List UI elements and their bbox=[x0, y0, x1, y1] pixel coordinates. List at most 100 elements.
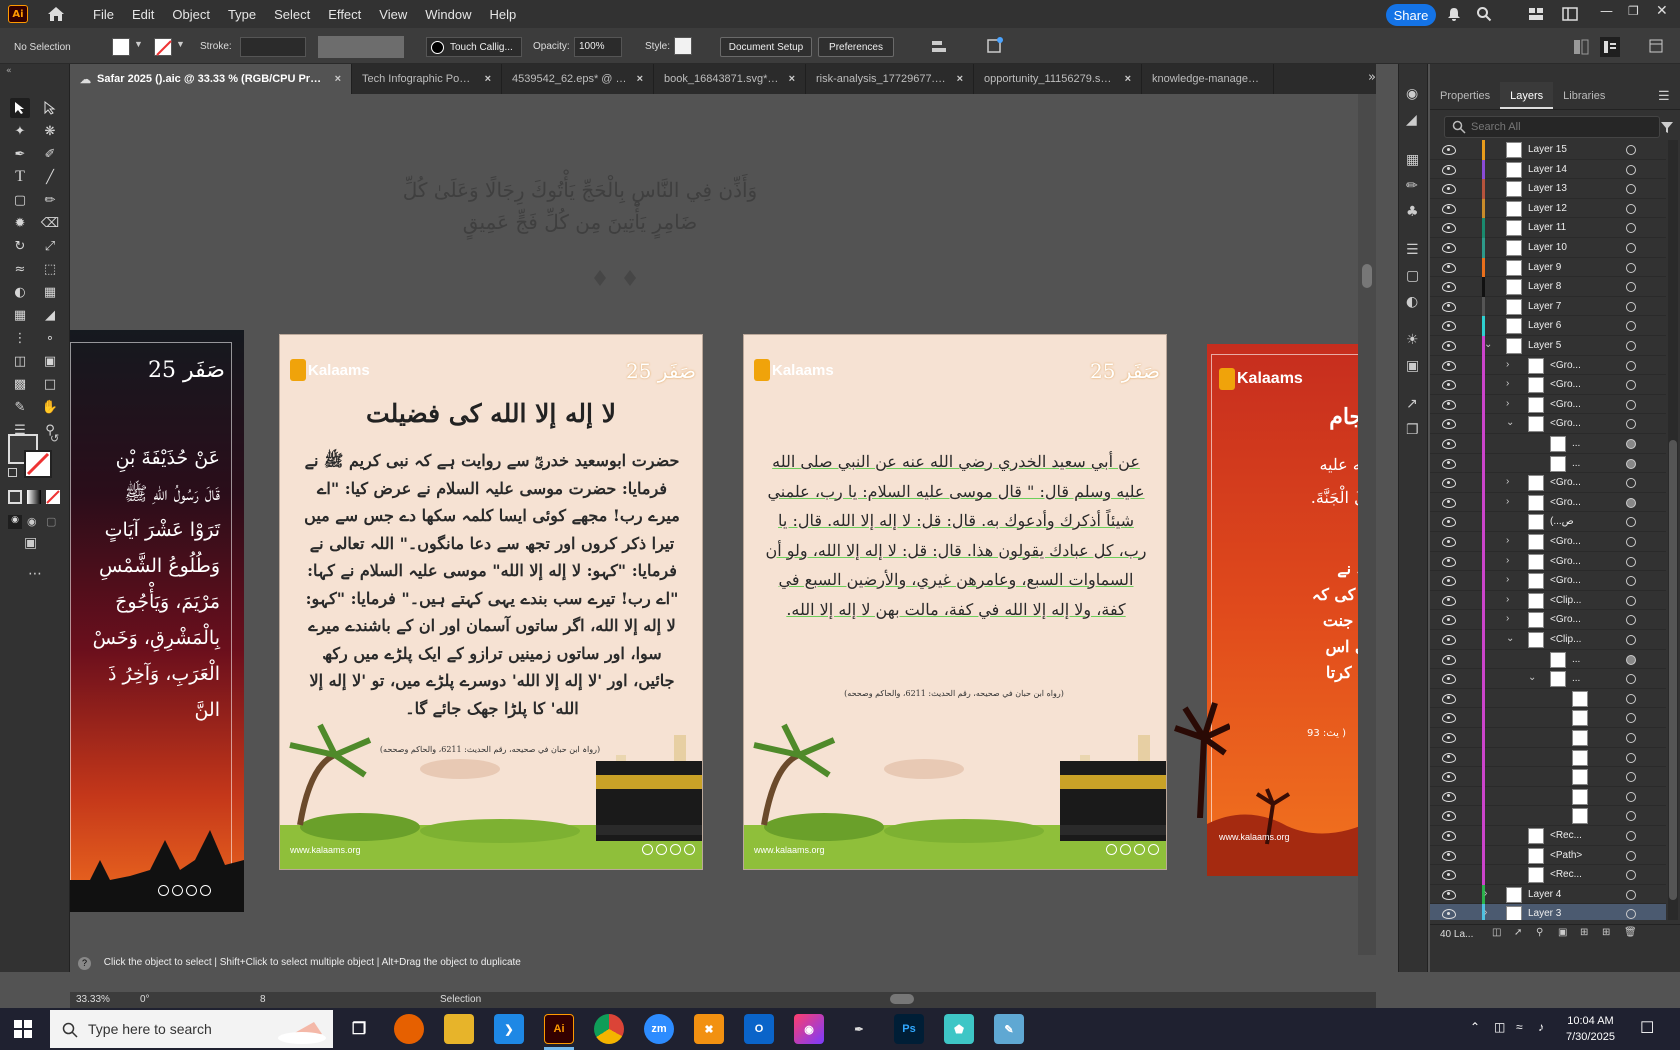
brush-definition-select[interactable]: Touch Callig... bbox=[426, 37, 522, 57]
transparency-icon[interactable]: ◐ bbox=[1406, 294, 1422, 310]
layer-name[interactable]: <Gro... bbox=[1550, 536, 1581, 547]
layer-row[interactable] bbox=[1430, 806, 1666, 828]
draw-behind-icon[interactable]: ◉ bbox=[27, 515, 37, 528]
chevron-down-icon[interactable]: ▼ bbox=[134, 39, 143, 49]
zoom-app-icon[interactable]: zm bbox=[644, 1014, 674, 1044]
layer-target-icon[interactable] bbox=[1626, 752, 1636, 763]
layer-name[interactable]: ... bbox=[1572, 438, 1580, 449]
visibility-eye-icon[interactable] bbox=[1442, 301, 1456, 312]
xampp-icon[interactable]: ✖ bbox=[694, 1014, 724, 1044]
graphic-style-swatch[interactable] bbox=[674, 37, 692, 55]
chrome-icon[interactable] bbox=[594, 1014, 624, 1044]
visibility-eye-icon[interactable] bbox=[1442, 517, 1456, 528]
layer-name[interactable]: <Rec... bbox=[1550, 830, 1582, 841]
layer-row[interactable]: ⌄ <Gro... bbox=[1430, 414, 1666, 436]
export-icon[interactable]: ↗ bbox=[1406, 396, 1422, 412]
volume-icon[interactable]: ♪ bbox=[1538, 1020, 1544, 1034]
layer-row[interactable]: ›Layer 14 bbox=[1430, 159, 1666, 181]
visibility-eye-icon[interactable] bbox=[1442, 537, 1456, 547]
layer-row[interactable]: › <Clip... bbox=[1430, 590, 1666, 612]
artboards-panel-icon[interactable]: ❐ bbox=[1406, 422, 1422, 438]
tray-chevron-icon[interactable]: ⌃ bbox=[1470, 1020, 1480, 1034]
layer-name[interactable]: <Clip... bbox=[1550, 595, 1581, 606]
collect-export-icon[interactable]: ◫ bbox=[1492, 927, 1501, 938]
chevron-right-icon[interactable]: › bbox=[1484, 888, 1487, 899]
menu-select[interactable]: Select bbox=[265, 7, 319, 22]
layer-row[interactable]: ›Layer 7 bbox=[1430, 296, 1666, 318]
panel-tab-libraries[interactable]: Libraries bbox=[1553, 82, 1615, 109]
visibility-eye-icon[interactable] bbox=[1442, 713, 1456, 724]
eraser-tool-icon[interactable]: ⌫ bbox=[40, 213, 60, 233]
shaper-tool-icon[interactable]: ✹ bbox=[10, 213, 30, 233]
layer-target-icon[interactable] bbox=[1626, 419, 1636, 430]
close-window-button[interactable]: ✕ bbox=[1656, 3, 1668, 19]
close-tab-icon[interactable]: × bbox=[335, 73, 341, 85]
layer-name[interactable]: Layer 3 bbox=[1528, 908, 1561, 919]
layer-row[interactable] bbox=[1430, 728, 1666, 749]
stroke-color-box[interactable] bbox=[24, 450, 52, 478]
gradient-tool-icon[interactable]: ◢ bbox=[40, 305, 60, 325]
visibility-eye-icon[interactable] bbox=[1442, 615, 1456, 626]
layer-target-icon[interactable] bbox=[1626, 145, 1636, 155]
free-transform-tool-icon[interactable]: ⬚ bbox=[40, 259, 60, 279]
firefox-icon[interactable] bbox=[394, 1014, 424, 1044]
restore-button[interactable]: ❐ bbox=[1628, 4, 1639, 18]
visibility-eye-icon[interactable] bbox=[1442, 752, 1456, 763]
chevron-right-icon[interactable]: › bbox=[1506, 476, 1509, 487]
magic-wand-tool-icon[interactable]: ✦ bbox=[10, 121, 30, 141]
visibility-eye-icon[interactable] bbox=[1442, 831, 1456, 841]
layer-row[interactable]: ›Layer 8 bbox=[1430, 277, 1666, 299]
layer-name[interactable]: Layer 11 bbox=[1528, 222, 1566, 233]
rotate-tool-icon[interactable]: ↻ bbox=[10, 236, 30, 256]
layer-target-icon[interactable] bbox=[1626, 341, 1636, 351]
lasso-tool-icon[interactable]: ❋ bbox=[40, 121, 60, 141]
visibility-eye-icon[interactable] bbox=[1442, 243, 1456, 253]
layer-name[interactable]: Layer 4 bbox=[1528, 889, 1561, 900]
layer-name[interactable]: <Gro... bbox=[1550, 556, 1581, 567]
visibility-eye-icon[interactable] bbox=[1442, 595, 1456, 606]
graphic-styles-icon[interactable]: ▣ bbox=[1406, 358, 1422, 374]
visibility-eye-icon[interactable] bbox=[1442, 635, 1456, 645]
layer-row[interactable]: ... bbox=[1430, 453, 1666, 475]
layer-target-icon[interactable] bbox=[1626, 517, 1636, 528]
chevron-right-icon[interactable]: › bbox=[1484, 907, 1487, 918]
visibility-eye-icon[interactable] bbox=[1442, 889, 1456, 900]
layer-name[interactable]: ... bbox=[1572, 458, 1580, 469]
layer-row[interactable] bbox=[1430, 767, 1666, 789]
layer-row[interactable]: ⌄... bbox=[1430, 669, 1666, 691]
draw-inside-icon[interactable]: ▢ bbox=[46, 515, 56, 528]
hand-tool-icon[interactable]: ✋ bbox=[40, 397, 60, 417]
layer-target-icon[interactable] bbox=[1626, 321, 1636, 332]
layer-row[interactable]: › <Gro... bbox=[1430, 571, 1666, 593]
chevron-right-icon[interactable]: › bbox=[1506, 359, 1509, 370]
layer-target-icon[interactable] bbox=[1626, 772, 1636, 783]
layer-target-icon[interactable] bbox=[1626, 909, 1636, 920]
layer-row[interactable] bbox=[1430, 688, 1666, 710]
visibility-eye-icon[interactable] bbox=[1442, 145, 1456, 155]
line-tool-icon[interactable]: ╱ bbox=[40, 167, 60, 187]
layers-scroll-thumb[interactable] bbox=[1669, 440, 1677, 900]
panel-tab-layers[interactable]: Layers bbox=[1500, 82, 1554, 109]
graph-tool-icon[interactable]: ▩ bbox=[10, 374, 30, 394]
task-view-icon[interactable]: ❐ bbox=[344, 1014, 374, 1044]
chevron-right-icon[interactable]: › bbox=[1506, 555, 1509, 566]
bell-icon[interactable] bbox=[1446, 6, 1462, 22]
new-layer-icon[interactable]: ⊞ bbox=[1602, 927, 1610, 938]
chevron-right-icon[interactable]: › bbox=[1506, 378, 1509, 389]
variable-width-profile[interactable] bbox=[318, 36, 404, 58]
align-icon[interactable] bbox=[930, 39, 948, 55]
network-icon[interactable]: ◫ bbox=[1494, 1020, 1505, 1034]
pen-tool-icon[interactable]: ✒ bbox=[10, 144, 30, 164]
fill-swatch[interactable] bbox=[112, 38, 130, 56]
artboard-tool-icon[interactable]: □ bbox=[40, 374, 60, 394]
perspective-grid-tool-icon[interactable]: ▦ bbox=[40, 282, 60, 302]
color-guide-icon[interactable]: ◢ bbox=[1406, 112, 1422, 128]
symbol-sprayer-tool-icon[interactable]: ▣ bbox=[40, 351, 60, 371]
mesh-tool-icon[interactable]: ▦ bbox=[10, 305, 30, 325]
search-icon[interactable] bbox=[1476, 6, 1492, 22]
stroke-panel-icon[interactable]: ☰ bbox=[1406, 242, 1422, 258]
measure-tool-icon[interactable]: ∘ bbox=[40, 328, 60, 348]
layer-row[interactable]: ⌄ Layer 5 bbox=[1430, 336, 1666, 357]
layer-row[interactable] bbox=[1430, 708, 1666, 730]
layer-target-icon[interactable] bbox=[1626, 791, 1636, 802]
